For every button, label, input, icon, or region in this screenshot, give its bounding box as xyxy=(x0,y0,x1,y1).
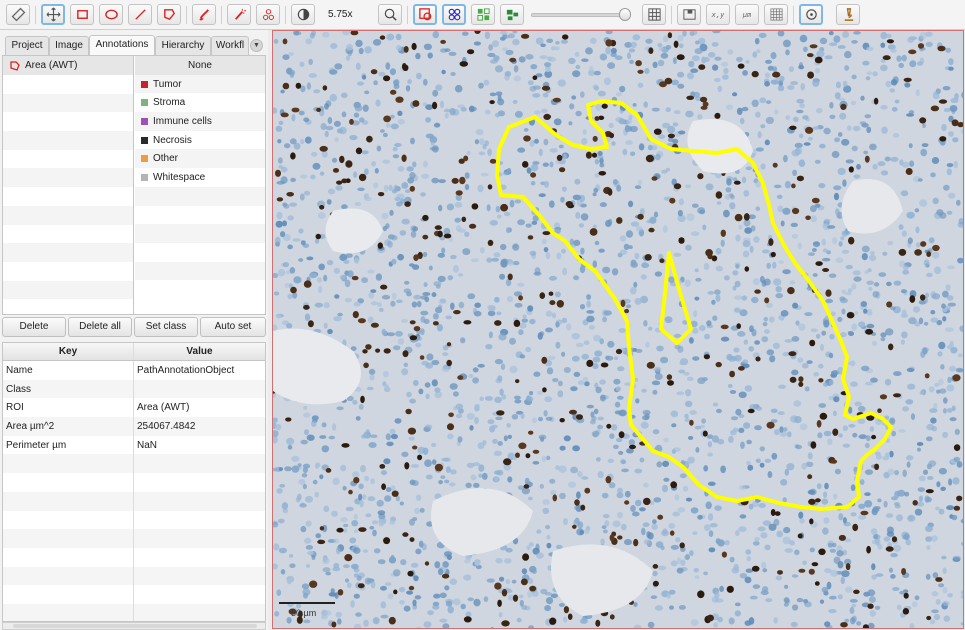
class-list: None Tumor Stroma Immune cells Necrosis … xyxy=(135,56,265,314)
brush-icon[interactable] xyxy=(192,4,216,25)
column-header-key[interactable]: Key xyxy=(3,343,134,360)
table-row[interactable]: Name PathAnnotationObject xyxy=(3,361,265,380)
rectangle-icon[interactable] xyxy=(70,4,94,25)
value-cell xyxy=(134,380,265,399)
wand-icon[interactable] xyxy=(227,4,251,25)
opacity-slider-knob[interactable] xyxy=(619,8,631,21)
main-toolbar: 5.75x x,y µm xyxy=(0,0,965,30)
tma-icon[interactable] xyxy=(500,4,524,25)
tab-workflow[interactable]: Workfl xyxy=(211,36,249,55)
zoom-fit-icon[interactable] xyxy=(378,4,402,25)
opacity-slider-track[interactable] xyxy=(531,13,627,17)
table-row[interactable]: Perimeter µm NaN xyxy=(3,435,265,455)
class-item-stroma[interactable]: Stroma xyxy=(135,93,265,112)
color-swatch xyxy=(141,80,148,88)
class-label: Other xyxy=(153,153,179,165)
class-item-immune-cells[interactable]: Immune cells xyxy=(135,112,265,131)
tab-menu-chevron-icon[interactable]: ▼ xyxy=(250,39,263,52)
key-cell: Perimeter µm xyxy=(3,435,134,455)
class-item-other[interactable]: Other xyxy=(135,149,265,169)
microscope-icon[interactable] xyxy=(836,4,860,25)
target-icon[interactable] xyxy=(799,4,823,25)
tab-annotations[interactable]: Annotations xyxy=(89,35,155,56)
table-row[interactable]: Class xyxy=(3,379,265,399)
value-cell: 254067.4842 xyxy=(137,420,196,432)
scale-bar-label: 50 µm xyxy=(291,608,317,618)
zoom-level: 5.75x xyxy=(328,9,353,20)
key-cell: Area µm^2 xyxy=(3,417,134,436)
list-item[interactable]: Area (AWT) xyxy=(3,56,133,75)
color-swatch xyxy=(141,99,148,107)
polygon-icon[interactable] xyxy=(157,4,181,25)
line-icon[interactable] xyxy=(128,4,152,25)
tab-image[interactable]: Image xyxy=(49,36,89,55)
class-label: Whitespace xyxy=(153,171,206,183)
key-cell: Class xyxy=(3,379,134,399)
value-cell: Area (AWT) xyxy=(137,402,190,414)
class-label: Stroma xyxy=(153,97,186,109)
auto-set-button[interactable]: Auto set xyxy=(200,317,266,337)
polygon-annotation-icon xyxy=(10,60,20,71)
annotation-button-row: Delete Delete all Set class Auto set xyxy=(2,317,266,337)
points-icon[interactable] xyxy=(256,4,280,25)
contrast-icon[interactable] xyxy=(291,4,315,25)
pixel-grid-icon[interactable] xyxy=(764,4,788,25)
color-swatch xyxy=(141,117,148,125)
detections-icon[interactable] xyxy=(442,4,466,25)
table-header: Key Value xyxy=(3,343,265,361)
image-viewer[interactable]: 50 µm xyxy=(272,30,964,629)
tab-project[interactable]: Project xyxy=(5,36,49,55)
color-swatch xyxy=(141,136,148,144)
scalebar-icon[interactable]: µm xyxy=(735,4,759,25)
value-cell: PathAnnotationObject xyxy=(137,364,235,376)
class-label: Immune cells xyxy=(153,115,212,127)
overview-icon[interactable] xyxy=(677,4,701,25)
class-item-necrosis[interactable]: Necrosis xyxy=(135,131,265,150)
class-item-whitespace[interactable]: Whitespace xyxy=(135,168,265,187)
table-row[interactable]: Area µm^2 254067.4842 xyxy=(3,417,265,436)
table-row[interactable]: ROI Area (AWT) xyxy=(3,398,265,418)
value-cell: NaN xyxy=(137,439,158,451)
annotation-list: Area (AWT) xyxy=(3,56,134,314)
grid-icon[interactable] xyxy=(642,4,666,25)
scale-bar xyxy=(279,602,335,604)
annotations-panel: Area (AWT) None Tumor Stroma Immune cell… xyxy=(2,55,266,315)
tissue-image xyxy=(273,31,963,628)
class-label: None xyxy=(188,59,212,71)
ellipse-icon[interactable] xyxy=(99,4,123,25)
key-cell: ROI xyxy=(3,398,134,418)
fill-icon[interactable] xyxy=(471,4,495,25)
annotation-label: Area (AWT) xyxy=(25,60,78,71)
units-label: µm xyxy=(742,10,752,19)
left-panel: Project Image Annotations Hierarchy Work… xyxy=(0,30,268,630)
key-cell: Name xyxy=(3,361,134,380)
color-swatch xyxy=(141,155,148,163)
set-class-button[interactable]: Set class xyxy=(134,317,198,337)
class-label: Tumor xyxy=(153,78,182,90)
horizontal-scrollbar[interactable] xyxy=(2,622,266,630)
color-swatch xyxy=(141,173,148,181)
column-header-value[interactable]: Value xyxy=(134,343,265,360)
move-icon[interactable] xyxy=(41,4,65,25)
tab-hierarchy[interactable]: Hierarchy xyxy=(155,36,211,55)
delete-all-button[interactable]: Delete all xyxy=(68,317,132,337)
class-item-tumor[interactable]: Tumor xyxy=(135,74,265,94)
tab-bar: Project Image Annotations Hierarchy Work… xyxy=(3,34,265,56)
coords-icon[interactable]: x,y xyxy=(706,4,730,25)
properties-table: Key Value Name PathAnnotationObject Class… xyxy=(2,342,266,622)
ruler-icon[interactable] xyxy=(6,4,30,25)
annotations-icon[interactable] xyxy=(413,4,437,25)
coords-label: x,y xyxy=(711,10,725,19)
class-item-none[interactable]: None xyxy=(135,56,265,75)
class-label: Necrosis xyxy=(153,134,192,146)
delete-button[interactable]: Delete xyxy=(2,317,66,337)
